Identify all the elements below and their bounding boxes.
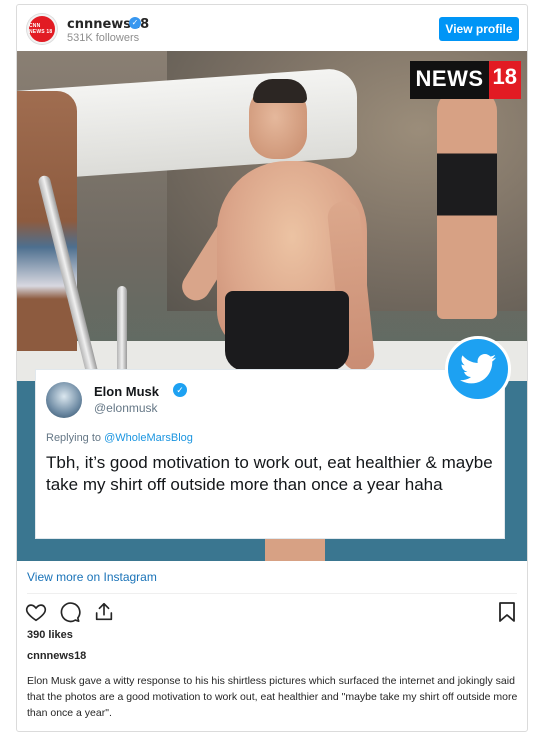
news-logo-number: 18: [488, 61, 521, 99]
follower-count: 531K followers: [67, 32, 140, 44]
man-shorts: [225, 291, 349, 371]
post-caption: Elon Musk gave a witty response to his h…: [27, 675, 518, 719]
bookmark-icon[interactable]: [497, 601, 517, 623]
replying-to-link: @WholeMarsBlog: [104, 432, 193, 444]
avatar-logo-text: CNN NEWS 18: [29, 23, 53, 35]
verified-icon: ✓: [173, 383, 187, 397]
caption-username[interactable]: cnnnews18: [27, 650, 86, 662]
tweet-card: Elon Musk ✓ @elonmusk Replying to @Whole…: [35, 369, 505, 539]
account-avatar[interactable]: CNN NEWS 18: [27, 14, 57, 44]
post-photo[interactable]: NEWS 18 Elon Musk ✓ @elonmusk Replying t…: [17, 51, 527, 561]
tweet-avatar: [46, 382, 82, 418]
view-profile-button[interactable]: View profile: [439, 17, 519, 41]
tweet-handle: @elonmusk: [94, 401, 158, 415]
view-more-instagram-link[interactable]: View more on Instagram: [27, 570, 157, 584]
news-logo-text: NEWS: [409, 61, 489, 99]
tweet-author-name: Elon Musk: [94, 384, 160, 399]
comment-icon[interactable]: [59, 601, 81, 623]
instagram-embed-card: CNN NEWS 18 cnnnews18 ✓ 531K followers V…: [16, 4, 528, 732]
man-hair: [253, 79, 307, 103]
verified-icon: ✓: [129, 17, 141, 29]
background-person: [437, 89, 497, 319]
replying-prefix: Replying to: [46, 432, 105, 444]
tweet-replying-to: Replying to @WholeMarsBlog: [46, 432, 193, 444]
left-person: [17, 91, 77, 351]
twitter-bird-glyph: [460, 354, 496, 384]
divider: [27, 593, 517, 594]
like-count[interactable]: 390 likes: [27, 629, 73, 641]
twitter-bird-icon: [445, 336, 511, 402]
post-actions: [25, 601, 115, 625]
share-icon[interactable]: [93, 601, 115, 623]
post-header: CNN NEWS 18 cnnnews18 ✓ 531K followers V…: [17, 5, 527, 51]
news18-logo: NEWS 18: [409, 61, 521, 99]
tweet-text: Tbh, it’s good motivation to work out, e…: [46, 453, 493, 494]
heart-icon[interactable]: [25, 601, 47, 623]
